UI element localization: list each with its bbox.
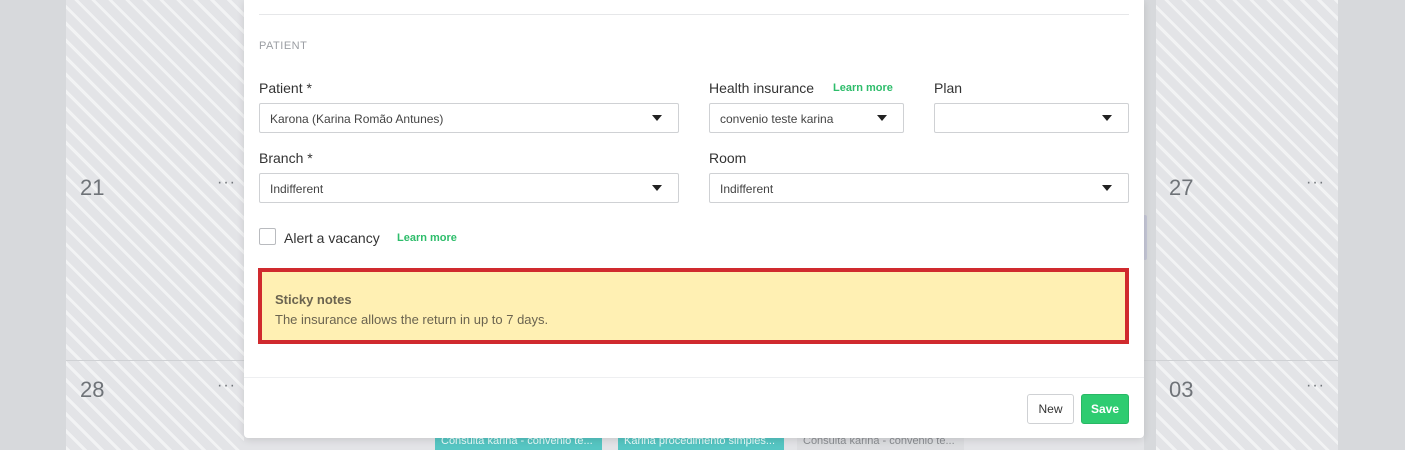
chevron-down-icon: [877, 115, 887, 121]
branch-label: Branch *: [259, 150, 313, 166]
patient-select[interactable]: Karona (Karina Romão Antunes): [259, 103, 679, 133]
alert-vacancy-label[interactable]: Alert a vacancy: [284, 230, 380, 246]
save-button[interactable]: Save: [1081, 394, 1129, 424]
footer-divider: [244, 377, 1144, 378]
health-insurance-label: Health insurance: [709, 80, 815, 96]
health-insurance-select-value: convenio teste karina: [720, 112, 834, 126]
chevron-down-icon: [1102, 115, 1112, 121]
sticky-notes-panel: Sticky notes The insurance allows the re…: [258, 268, 1129, 344]
branch-select[interactable]: Indifferent: [259, 173, 679, 203]
health-insurance-learn-more-link[interactable]: Learn more: [833, 82, 893, 94]
room-label: Room: [709, 150, 747, 166]
section-divider: [259, 14, 1129, 15]
room-select-value: Indifferent: [720, 182, 774, 196]
more-options-icon[interactable]: ···: [217, 377, 236, 395]
room-select[interactable]: Indifferent: [709, 173, 1129, 203]
branch-select-value: Indifferent: [270, 182, 324, 196]
calendar-day-number[interactable]: 28: [80, 377, 104, 403]
new-button[interactable]: New: [1027, 394, 1074, 424]
alert-vacancy-checkbox[interactable]: [259, 228, 276, 245]
section-title: PATIENT: [259, 40, 308, 52]
sticky-notes-text: The insurance allows the return in up to…: [275, 312, 549, 327]
alert-vacancy-learn-more-link[interactable]: Learn more: [397, 232, 457, 244]
more-options-icon[interactable]: ···: [1306, 174, 1325, 192]
more-options-icon[interactable]: ···: [1306, 377, 1325, 395]
patient-select-value: Karona (Karina Romão Antunes): [270, 112, 444, 126]
sticky-notes-title: Sticky notes: [275, 292, 352, 307]
chevron-down-icon: [652, 115, 662, 121]
health-insurance-select[interactable]: convenio teste karina: [709, 103, 904, 133]
patient-label: Patient *: [259, 80, 312, 96]
plan-select[interactable]: [934, 103, 1129, 133]
calendar-day-number[interactable]: 03: [1169, 377, 1193, 403]
more-options-icon[interactable]: ···: [217, 174, 236, 192]
calendar-day-number[interactable]: 27: [1169, 175, 1193, 201]
chevron-down-icon: [1102, 185, 1112, 191]
calendar-day-number[interactable]: 21: [80, 175, 104, 201]
appointment-modal: PATIENT Patient * Karona (Karina Romão A…: [244, 0, 1144, 438]
plan-label: Plan: [934, 80, 963, 96]
chevron-down-icon: [652, 185, 662, 191]
